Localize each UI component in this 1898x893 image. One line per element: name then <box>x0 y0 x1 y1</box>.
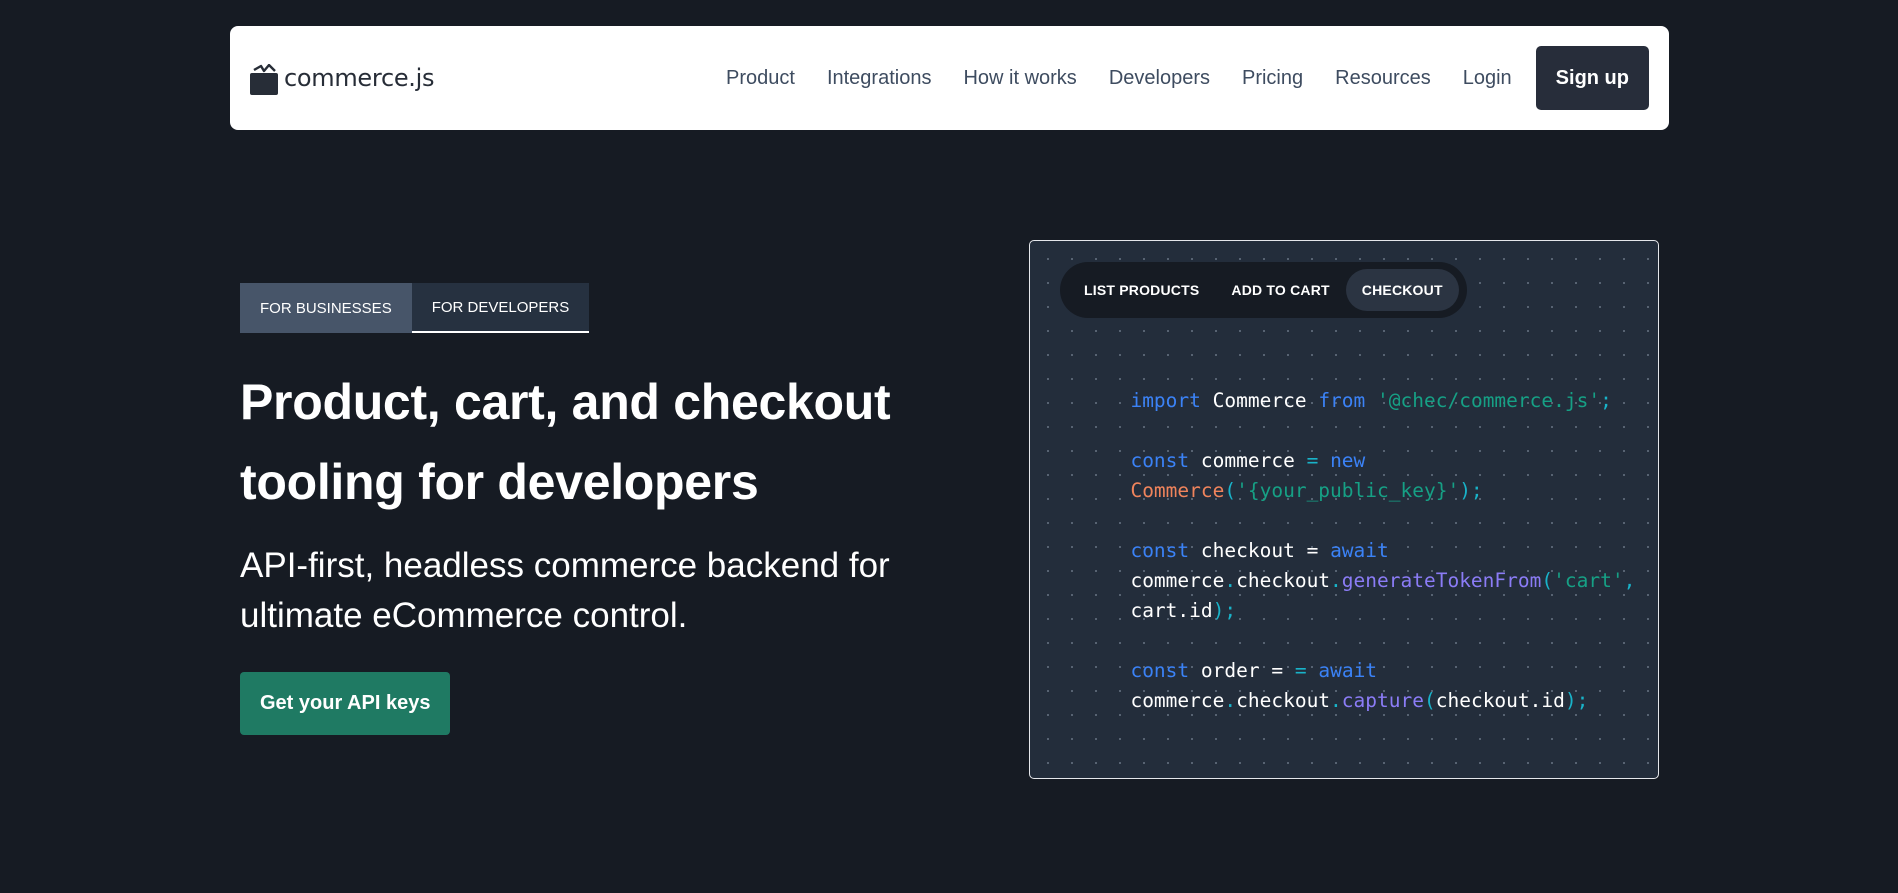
code-token: . <box>1224 569 1237 592</box>
logo-text: commerce.js <box>284 64 435 92</box>
code-token: = <box>1306 449 1319 472</box>
tab-checkout[interactable]: CHECKOUT <box>1345 269 1459 311</box>
code-token: await <box>1330 539 1389 562</box>
code-token: Commerce <box>1200 389 1319 412</box>
code-token: Commerce <box>1130 479 1225 502</box>
code-token: '{your_public_key}' <box>1236 479 1460 502</box>
code-token: ); <box>1459 479 1483 502</box>
nav-link-pricing[interactable]: Pricing <box>1242 67 1303 90</box>
code-token: checkout <box>1236 689 1331 712</box>
top-navigation: commerce.js Product Integrations How it … <box>230 26 1669 130</box>
code-token: commerce <box>1189 449 1307 472</box>
get-api-keys-button[interactable]: Get your API keys <box>240 672 451 735</box>
logo[interactable]: commerce.js <box>248 58 435 98</box>
code-token: . <box>1330 689 1342 712</box>
code-line: const checkout = await <box>1060 506 1635 562</box>
code-token: import <box>1130 389 1201 412</box>
nav-link-integrations[interactable]: Integrations <box>827 67 932 90</box>
code-token: ( <box>1423 689 1436 712</box>
signup-button[interactable]: Sign up <box>1535 46 1649 110</box>
code-token: ( <box>1541 569 1554 592</box>
hero-subheading-line-1: API-first, headless commerce backend for <box>240 546 890 585</box>
hero-subheading-line-2: ultimate eCommerce control. <box>240 596 688 635</box>
code-token: order <box>1189 659 1272 682</box>
code-token: 'cart' <box>1553 569 1624 592</box>
code-token: checkout <box>1236 569 1331 592</box>
code-token: . <box>1224 689 1237 712</box>
nav-link-login[interactable]: Login <box>1463 67 1512 90</box>
code-token: . <box>1330 569 1342 592</box>
code-token: = <box>1306 539 1319 562</box>
code-token: ); <box>1212 599 1237 622</box>
hero-subheading: API-first, headless commerce backend for… <box>240 541 960 641</box>
code-token: from <box>1318 389 1366 412</box>
code-line: const order = = await <box>1060 626 1635 682</box>
code-token: generateTokenFrom <box>1341 569 1542 592</box>
code-token: new <box>1330 449 1366 472</box>
code-line: const commerce = new <box>1060 416 1635 472</box>
code-line: import Commerce from '@chec/commerce.js'… <box>1060 356 1635 412</box>
code-token: const <box>1130 539 1190 562</box>
code-token: '@chec/commerce.js' <box>1377 389 1601 412</box>
hero-headline: Product, cart, and checkout tooling for … <box>240 362 920 522</box>
code-token: , <box>1623 569 1636 592</box>
nav-link-how-it-works[interactable]: How it works <box>963 67 1076 90</box>
tab-list-products[interactable]: LIST PRODUCTS <box>1068 269 1215 311</box>
code-token: checkout.id <box>1435 689 1565 712</box>
nav-links: Product Integrations How it works Develo… <box>726 46 1649 110</box>
code-token: = <box>1271 659 1284 682</box>
tab-for-businesses[interactable]: FOR BUSINESSES <box>240 283 412 333</box>
code-token: checkout <box>1189 539 1307 562</box>
hero-headline-line-2: tooling for developers <box>240 454 759 510</box>
tab-for-developers[interactable]: FOR DEVELOPERS <box>411 283 590 333</box>
code-token: const <box>1130 659 1190 682</box>
code-example-panel: LIST PRODUCTS ADD TO CART CHECKOUT impor… <box>1029 240 1659 779</box>
nav-link-developers[interactable]: Developers <box>1109 67 1210 90</box>
tab-add-to-cart[interactable]: ADD TO CART <box>1215 269 1345 311</box>
shopping-bag-icon <box>248 63 280 96</box>
code-token: commerce <box>1130 689 1225 712</box>
code-token: const <box>1130 449 1190 472</box>
code-token: cart.id <box>1130 599 1213 622</box>
nav-link-resources[interactable]: Resources <box>1335 67 1431 90</box>
code-token: = <box>1294 659 1307 682</box>
code-token: ( <box>1224 479 1237 502</box>
code-token: capture <box>1341 689 1424 712</box>
code-snippet: import Commerce from '@chec/commerce.js'… <box>1060 356 1636 712</box>
audience-tabs: FOR BUSINESSES FOR DEVELOPERS <box>240 283 590 333</box>
nav-link-product[interactable]: Product <box>726 67 795 90</box>
code-token: await <box>1318 659 1378 682</box>
code-example-tabs: LIST PRODUCTS ADD TO CART CHECKOUT <box>1060 262 1467 318</box>
code-token: ); <box>1564 689 1589 712</box>
code-token: commerce <box>1130 569 1225 592</box>
hero-headline-line-1: Product, cart, and checkout <box>240 374 891 430</box>
code-token: ; <box>1600 389 1612 412</box>
